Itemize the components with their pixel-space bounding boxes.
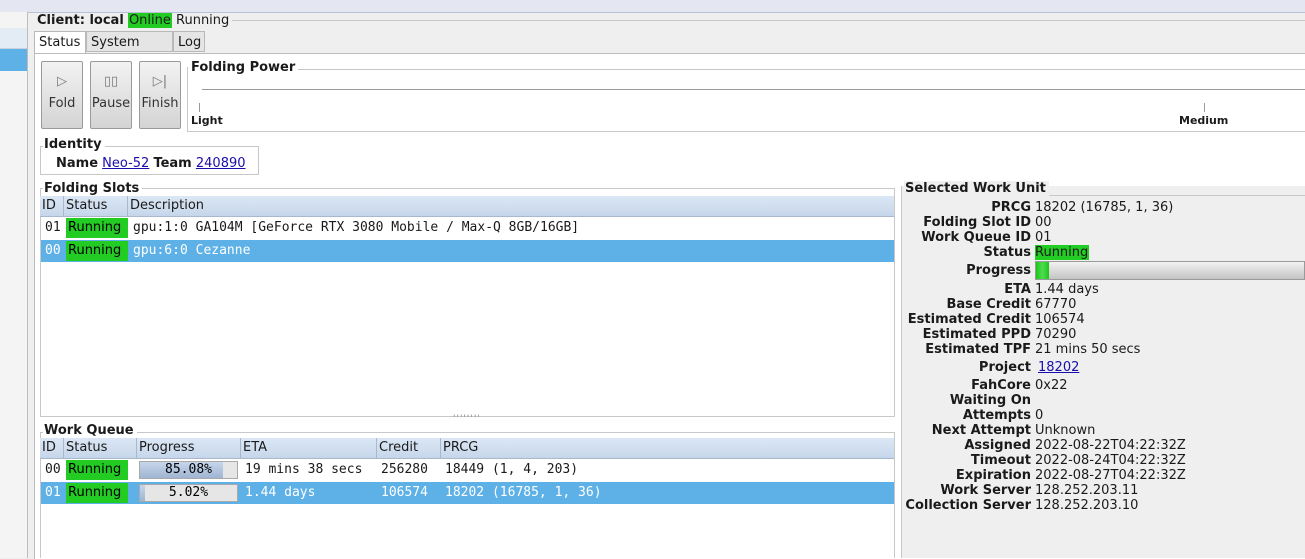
- wu-assigned: 2022-08-22T04:22:32Z: [1035, 438, 1186, 453]
- slots-col-id[interactable]: ID: [40, 196, 64, 216]
- wu-next-attempt: Unknown: [1035, 423, 1096, 438]
- slider-tick-medium: [1204, 103, 1205, 112]
- status-badge: Running: [66, 460, 128, 480]
- client-label: Client: local: [37, 13, 124, 28]
- queue-row[interactable]: 00 Running 85.08% 19 mins 38 secs 256280…: [41, 459, 894, 481]
- finish-button[interactable]: ▷| Finish: [139, 61, 181, 129]
- queue-progress-bar: 5.02%: [139, 484, 238, 502]
- wu-eta: 1.44 days: [1035, 282, 1099, 297]
- slot-row[interactable]: 01 Running gpu:1:0 GA104M [GeForce RTX 3…: [41, 217, 894, 239]
- status-badge: Running: [66, 218, 128, 238]
- tab-log[interactable]: Log: [173, 31, 205, 52]
- queue-row-selected[interactable]: 01 Running 5.02% 1.44 days 106574 18202 …: [41, 482, 894, 504]
- queue-progress-bar: 85.08%: [139, 461, 238, 479]
- tab-status[interactable]: Status: [34, 31, 86, 54]
- client-header: Client: local Online Running: [37, 13, 229, 28]
- wu-estimated-ppd: 70290: [1035, 327, 1077, 342]
- play-icon: ▷: [57, 74, 67, 89]
- fold-button[interactable]: ▷ Fold: [41, 61, 83, 129]
- queue-col-credit[interactable]: Credit: [377, 438, 441, 458]
- folding-power-border-bottom: [187, 131, 1305, 132]
- identity-title: Identity: [43, 137, 105, 152]
- name-link[interactable]: Neo-52: [102, 156, 149, 171]
- wu-slot-id: 00: [1035, 215, 1052, 230]
- slots-table-header: ID Status Description: [40, 196, 894, 217]
- client-state: Running: [176, 13, 230, 28]
- splitter-handle[interactable]: '''''''': [453, 414, 481, 424]
- queue-col-status[interactable]: Status: [64, 438, 137, 458]
- wu-collection-server: 128.252.203.10: [1035, 498, 1139, 513]
- work-unit-title: Selected Work Unit: [904, 181, 1049, 196]
- connection-status: Online: [127, 13, 172, 28]
- wu-estimated-credit: 106574: [1035, 312, 1085, 327]
- wu-status: Running: [1035, 245, 1090, 260]
- status-badge: Running: [66, 483, 128, 503]
- team-link[interactable]: 240890: [196, 156, 246, 171]
- slot-row-selected[interactable]: 00 Running gpu:6:0 Cezanne: [41, 240, 894, 262]
- finish-icon: ▷|: [152, 74, 168, 89]
- queue-table-header: ID Status Progress ETA Credit PRCG: [40, 438, 894, 459]
- status-badge: Running: [66, 241, 128, 261]
- wu-estimated-tpf: 21 mins 50 secs: [1035, 342, 1141, 357]
- pause-button[interactable]: ▯▯ Pause: [90, 61, 132, 129]
- wu-project-link[interactable]: 18202: [1038, 360, 1079, 375]
- name-label: Name: [56, 156, 99, 171]
- wu-expiration: 2022-08-27T04:22:32Z: [1035, 468, 1186, 483]
- wu-fahcore: 0x22: [1035, 378, 1068, 393]
- wu-base-credit: 67770: [1035, 297, 1077, 312]
- frame-border: [232, 20, 1305, 21]
- work-unit-border-top: [1049, 195, 1305, 196]
- wu-timeout: 2022-08-24T04:22:32Z: [1035, 453, 1186, 468]
- client-list-item-selected[interactable]: [0, 49, 27, 71]
- work-queue-title: Work Queue: [43, 423, 137, 438]
- window-top-border: [0, 0, 1305, 13]
- slider-label-medium: Medium: [1179, 114, 1229, 127]
- client-list-panel[interactable]: [0, 12, 28, 558]
- queue-col-prcg[interactable]: PRCG: [441, 438, 894, 458]
- folding-power-border-left: [187, 67, 188, 131]
- identity-row: Name Neo-52 Team 240890: [56, 156, 246, 171]
- folding-power-border-top: [296, 69, 1305, 70]
- wu-prcg: 18202 (16785, 1, 36): [1035, 200, 1174, 215]
- folding-power-slider-track[interactable]: [202, 89, 1305, 90]
- queue-col-id[interactable]: ID: [40, 438, 64, 458]
- wu-progress-bar: [1035, 261, 1305, 280]
- team-label: Team: [153, 156, 192, 171]
- queue-col-eta[interactable]: ETA: [241, 438, 377, 458]
- slider-label-light: Light: [191, 114, 223, 127]
- client-list-item[interactable]: [0, 28, 27, 49]
- slider-tick-light: [199, 103, 200, 112]
- tab-system-info[interactable]: System Info: [86, 31, 173, 71]
- wu-queue-id: 01: [1035, 230, 1052, 245]
- folding-slots-title: Folding Slots: [43, 181, 143, 196]
- folding-power-title: Folding Power: [190, 60, 299, 75]
- slots-col-description[interactable]: Description: [128, 196, 894, 216]
- wu-work-server: 128.252.203.11: [1035, 483, 1139, 498]
- pause-icon: ▯▯: [103, 74, 119, 89]
- wu-attempts: 0: [1035, 408, 1044, 423]
- slots-col-status[interactable]: Status: [64, 196, 128, 216]
- queue-col-progress[interactable]: Progress: [137, 438, 241, 458]
